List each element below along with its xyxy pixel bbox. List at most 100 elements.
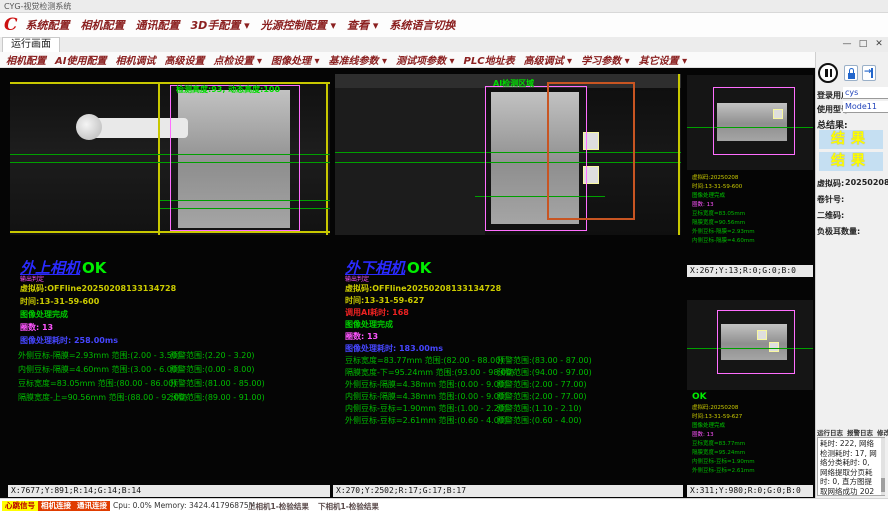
small-bottom-line: 隔膜宽度=95.24mm bbox=[692, 449, 755, 458]
tool-plc-address-table[interactable]: PLC地址表 bbox=[464, 52, 515, 67]
tool-camera-config[interactable]: 相机配置 bbox=[6, 52, 46, 67]
left-measure-warn: 预警范围:(2.20 - 3.20) bbox=[170, 350, 255, 361]
mid-process-done: 图像处理完成 bbox=[345, 319, 393, 330]
left-measure-warn: 预警范围:(89.00 - 91.00) bbox=[170, 392, 265, 403]
small-top-line: 隔膜宽度=90.56mm bbox=[692, 219, 755, 228]
left-measure-row: 隔膜宽度-上=90.56mm 范围:(88.00 - 92.00) bbox=[18, 392, 187, 403]
qr-code-label: 二维码: bbox=[817, 210, 844, 221]
tool-spot-check[interactable]: 点检设置 ▾ bbox=[213, 52, 262, 67]
tool-bar: 相机配置 AI使用配置 相机调试 高级设置 点检设置 ▾ 图像处理 ▾ 基准线参… bbox=[0, 52, 888, 68]
left-bottom-boundary-line bbox=[10, 231, 330, 233]
tool-ai-use-config[interactable]: AI使用配置 bbox=[55, 52, 106, 67]
small-bottom-camera-image[interactable] bbox=[687, 300, 813, 390]
top-camera-result-link[interactable]: 上相机1-检验结果 bbox=[248, 501, 309, 512]
small-top-roi-rect bbox=[713, 87, 795, 155]
tool-baseline-params[interactable]: 基准线参数 ▾ bbox=[329, 52, 388, 67]
left-time: 时间:13-31-59-600 bbox=[20, 296, 99, 307]
log-scrollbar[interactable] bbox=[881, 438, 885, 495]
menu-3d-hand-config[interactable]: 3D手配置 ▾ bbox=[191, 17, 250, 33]
menu-language-switch[interactable]: 系统语言切换 bbox=[389, 17, 455, 33]
tool-learning-params[interactable]: 学习参数 ▾ bbox=[581, 52, 630, 67]
tool-test-item-params[interactable]: 测试项参数 ▾ bbox=[396, 52, 455, 67]
left-measure-warn: 预警范围:(81.00 - 85.00) bbox=[170, 378, 265, 389]
small-bottom-line: 虚拟码:20250208 bbox=[692, 404, 755, 413]
small-bottom-text-block: 虚拟码:20250208 时间:13-31-59-627 图像处理完成 圈数: … bbox=[692, 404, 755, 476]
small-top-line: 图像处理完成 bbox=[692, 192, 755, 201]
left-process-elapsed: 图像处理耗时: 258.00ms bbox=[20, 335, 118, 346]
exit-button[interactable]: → bbox=[862, 65, 876, 81]
mid-loop-count: 圈数: 13 bbox=[345, 331, 378, 342]
menu-camera-config[interactable]: 相机配置 bbox=[81, 17, 125, 33]
mid-measure-row: 内侧豆标-隔膜=4.38mm 范围:(0.00 - 9.00) bbox=[345, 391, 507, 402]
result-display-1: 结果 bbox=[819, 130, 883, 149]
model-input[interactable] bbox=[843, 101, 888, 113]
small-top-line: 外侧豆标-隔膜=2.93mm bbox=[692, 228, 755, 237]
small-top-line: 内侧豆标-隔膜=4.60mm bbox=[692, 237, 755, 246]
menu-comm-config[interactable]: 通讯配置 bbox=[136, 17, 180, 33]
left-ok-status: OK bbox=[82, 259, 106, 277]
small-top-line: 圈数: 13 bbox=[692, 201, 755, 210]
app-logo-icon: C bbox=[4, 15, 18, 35]
log-text-area[interactable]: 耗时: 222, 网络检测耗时: 17, 网络分类耗时: 0, 网络提取分页耗时… bbox=[817, 437, 885, 496]
comm-connection-badge: 通讯连接 bbox=[74, 501, 110, 511]
small-top-camera-image[interactable] bbox=[687, 75, 813, 170]
tool-image-processing[interactable]: 图像处理 ▾ bbox=[271, 52, 320, 67]
virtual-code-value: 20250208 bbox=[845, 178, 888, 187]
cpu-memory-status: Cpu: 0.0% Memory: 3424.41796875M bbox=[113, 501, 255, 510]
left-measure-row: 内侧豆标-隔膜=4.60mm 范围:(3.00 - 6.00) bbox=[18, 364, 180, 375]
minimize-icon[interactable]: — bbox=[840, 38, 854, 51]
mid-measure-warn: 预警范围:(0.60 - 4.00) bbox=[497, 415, 582, 426]
left-roller bbox=[76, 114, 102, 140]
small-bottom-line: 豆标宽度=83.77mm bbox=[692, 440, 755, 449]
pause-button[interactable] bbox=[818, 63, 838, 83]
log-scrollbar-thumb[interactable] bbox=[881, 478, 885, 492]
mid-overlay-label: AI检测区域 bbox=[493, 78, 534, 89]
tool-other-settings[interactable]: 其它设置 ▾ bbox=[639, 52, 688, 67]
mid-ai-roi-rect bbox=[547, 82, 635, 220]
left-measure-row: 豆标宽度=83.05mm 范围:(80.00 - 86.00) bbox=[18, 378, 176, 389]
close-icon[interactable]: ✕ bbox=[872, 38, 886, 51]
mid-time: 时间:13-31-59-627 bbox=[345, 295, 424, 306]
left-vertical-guide-1 bbox=[158, 82, 160, 235]
tab-count-label: 负极耳数量: bbox=[817, 226, 860, 237]
menu-light-control-config[interactable]: 光源控制配置 ▾ bbox=[261, 17, 336, 33]
small-top-text-block: 虚拟码:20250208 时间:13-31-59-600 图像处理完成 圈数: … bbox=[692, 174, 755, 246]
log-tab-run[interactable]: 运行日志 bbox=[817, 427, 843, 437]
left-camera-image[interactable]: 检测高度:93, 动态高度:100 bbox=[10, 82, 330, 235]
mid-measure-row: 内侧豆标-豆标=1.90mm 范围:(1.00 - 2.20) bbox=[345, 403, 507, 414]
menu-system-config[interactable]: 系统配置 bbox=[26, 17, 70, 33]
mid-measure-row: 外侧豆标-隔膜=4.38mm 范围:(0.00 - 9.00) bbox=[345, 379, 507, 390]
small-bottom-coord-bar: X:311;Y:980;R:0;G:0;B:0 bbox=[687, 485, 813, 497]
virtual-code-label: 虚拟码: bbox=[817, 178, 844, 189]
small-top-line: 豆标宽度=83.05mm bbox=[692, 210, 755, 219]
pause-icon bbox=[830, 69, 833, 77]
tab-run-screen[interactable]: 运行画面 bbox=[2, 37, 60, 52]
small-top-coord-bar: X:267;Y:13;R:0;G:0;B:0 bbox=[687, 265, 813, 277]
small-bottom-line: 时间:13-31-59-627 bbox=[692, 413, 755, 422]
maximize-icon[interactable]: □ bbox=[856, 38, 870, 51]
small-bottom-line: 图像处理完成 bbox=[692, 422, 755, 431]
lock-button[interactable] bbox=[844, 65, 858, 81]
login-user-input[interactable] bbox=[843, 87, 888, 99]
tool-advanced-debug[interactable]: 高级调试 ▾ bbox=[524, 52, 573, 67]
left-vertical-guide-2 bbox=[326, 82, 328, 235]
mid-ai-elapsed: 调用AI耗时: 168 bbox=[345, 307, 409, 318]
tab-strip: 运行画面 — □ ✕ bbox=[0, 37, 888, 53]
small-bottom-line: 圈数: 13 bbox=[692, 431, 755, 440]
needle-number-label: 卷针号: bbox=[817, 194, 844, 205]
exit-door-icon bbox=[871, 68, 873, 78]
mid-ok-status: OK bbox=[407, 259, 431, 277]
bottom-camera-result-link[interactable]: 下相机1-检验结果 bbox=[318, 501, 379, 512]
tool-camera-debug[interactable]: 相机调试 bbox=[115, 52, 155, 67]
window-title: CYG-视觉检测系统 bbox=[4, 2, 71, 11]
window-titlebar: CYG-视觉检测系统 bbox=[0, 0, 888, 13]
menu-bar: C 系统配置 相机配置 通讯配置 3D手配置 ▾ 光源控制配置 ▾ 查看 ▾ 系… bbox=[0, 13, 888, 38]
menu-view[interactable]: 查看 ▾ bbox=[347, 17, 378, 33]
left-measure-warn: 预警范围:(0.00 - 8.00) bbox=[170, 364, 255, 375]
small-top-line: 虚拟码:20250208 bbox=[692, 174, 755, 183]
tool-advanced-settings[interactable]: 高级设置 bbox=[164, 52, 204, 67]
log-tab-modify[interactable]: 修改记录 bbox=[877, 427, 888, 437]
log-tab-alarm[interactable]: 报警日志 bbox=[847, 427, 873, 437]
mid-camera-image[interactable]: AI检测区域 bbox=[335, 74, 681, 235]
left-coord-bar: X:7677;Y:891;R:14;G:14;B:14 bbox=[8, 485, 330, 497]
